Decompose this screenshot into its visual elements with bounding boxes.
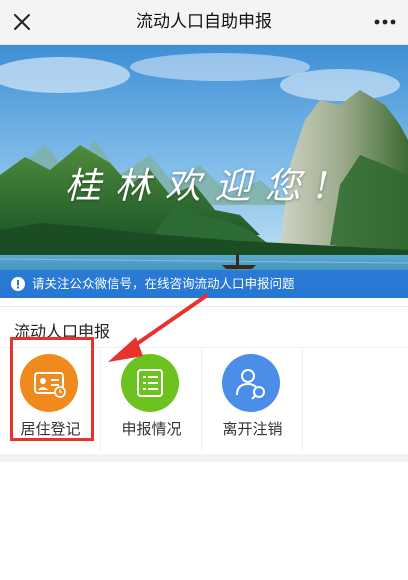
- declaration-status-icon-bg: [121, 354, 179, 412]
- leave-cancellation-icon-bg: [222, 354, 280, 412]
- section-title: 流动人口申报: [14, 322, 111, 341]
- service-grid: 居住登记 申报情况 离开注销: [0, 347, 408, 451]
- residence-registration-tile[interactable]: 居住登记: [0, 348, 101, 451]
- id-card-icon: [34, 372, 66, 398]
- section-divider: [0, 454, 408, 462]
- residence-registration-icon-bg: [20, 354, 78, 412]
- residence-registration-label: 居住登记: [20, 420, 81, 438]
- user-exit-icon: [236, 369, 265, 400]
- close-button[interactable]: [6, 6, 38, 38]
- info-icon: [11, 277, 25, 291]
- declaration-status-tile[interactable]: 申报情况: [101, 348, 202, 451]
- leave-cancellation-tile[interactable]: 离开注销: [202, 348, 303, 451]
- list-icon: [137, 369, 163, 397]
- leave-cancellation-label: 离开注销: [222, 420, 283, 438]
- banner: 桂林欢迎您! 请关注公众微信号，在线咨询流动人口申报问题: [0, 45, 408, 298]
- declaration-status-label: 申报情况: [121, 420, 182, 438]
- notice-text: 请关注公众微信号，在线咨询流动人口申报问题: [32, 276, 295, 291]
- title-bar: 流动人口自助申报: [0, 0, 408, 45]
- more-icon: [374, 19, 396, 25]
- declaration-section: 流动人口申报 居住登记 申报情况 离开注销: [0, 306, 408, 456]
- page-title: 流动人口自助申报: [136, 12, 272, 32]
- more-button[interactable]: [368, 6, 402, 38]
- banner-caption: 桂林欢迎您!: [64, 166, 344, 207]
- empty-tile: [303, 348, 404, 451]
- close-icon: [14, 14, 30, 30]
- notice-bar[interactable]: 请关注公众微信号，在线咨询流动人口申报问题: [0, 270, 408, 298]
